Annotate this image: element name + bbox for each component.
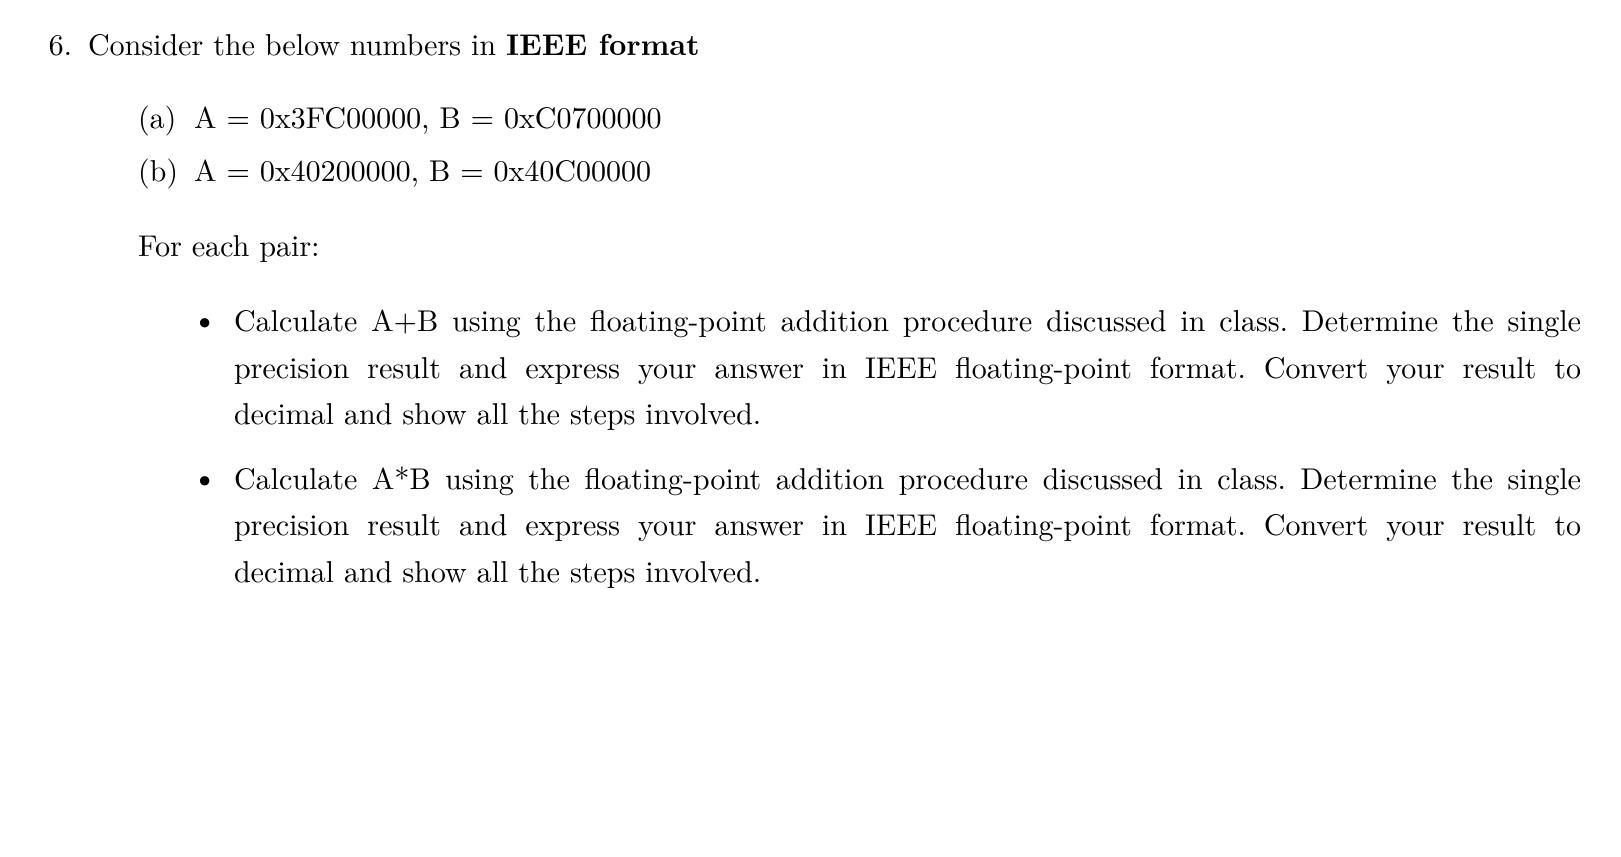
sub-item-a: (a) A = 0x3FC00000, B = 0xC0700000 bbox=[138, 93, 1581, 138]
bullet-text: Calculate A*B using the floating-point a… bbox=[234, 454, 1581, 594]
sub-content: A = 0x40200000, B = 0x40C00000 bbox=[194, 146, 651, 191]
bullet-list: ● Calculate A+B using the floating-point… bbox=[198, 296, 1581, 593]
problem-body: Consider the below numbers in IEEE forma… bbox=[88, 20, 1581, 611]
sub-label: (a) bbox=[138, 93, 194, 138]
bullet-item: ● Calculate A*B using the floating-point… bbox=[198, 454, 1581, 594]
for-each-label: For each pair: bbox=[138, 221, 1581, 266]
bullet-icon: ● bbox=[198, 462, 234, 495]
problem-intro: Consider the below numbers in IEEE forma… bbox=[88, 20, 1581, 65]
sub-list: (a) A = 0x3FC00000, B = 0xC0700000 (b) A… bbox=[138, 93, 1581, 191]
sub-item-b: (b) A = 0x40200000, B = 0x40C00000 bbox=[138, 146, 1581, 191]
problem-number: 6. bbox=[40, 20, 88, 65]
intro-prefix: Consider the below numbers in bbox=[88, 21, 506, 64]
bullet-text: Calculate A+B using the floating-point a… bbox=[234, 296, 1581, 436]
sub-content: A = 0x3FC00000, B = 0xC0700000 bbox=[194, 93, 661, 138]
problem-6: 6. Consider the below numbers in IEEE fo… bbox=[40, 20, 1581, 611]
intro-bold: IEEE format bbox=[506, 21, 700, 64]
bullet-icon: ● bbox=[198, 304, 234, 337]
sub-label: (b) bbox=[138, 146, 194, 191]
bullet-item: ● Calculate A+B using the floating-point… bbox=[198, 296, 1581, 436]
